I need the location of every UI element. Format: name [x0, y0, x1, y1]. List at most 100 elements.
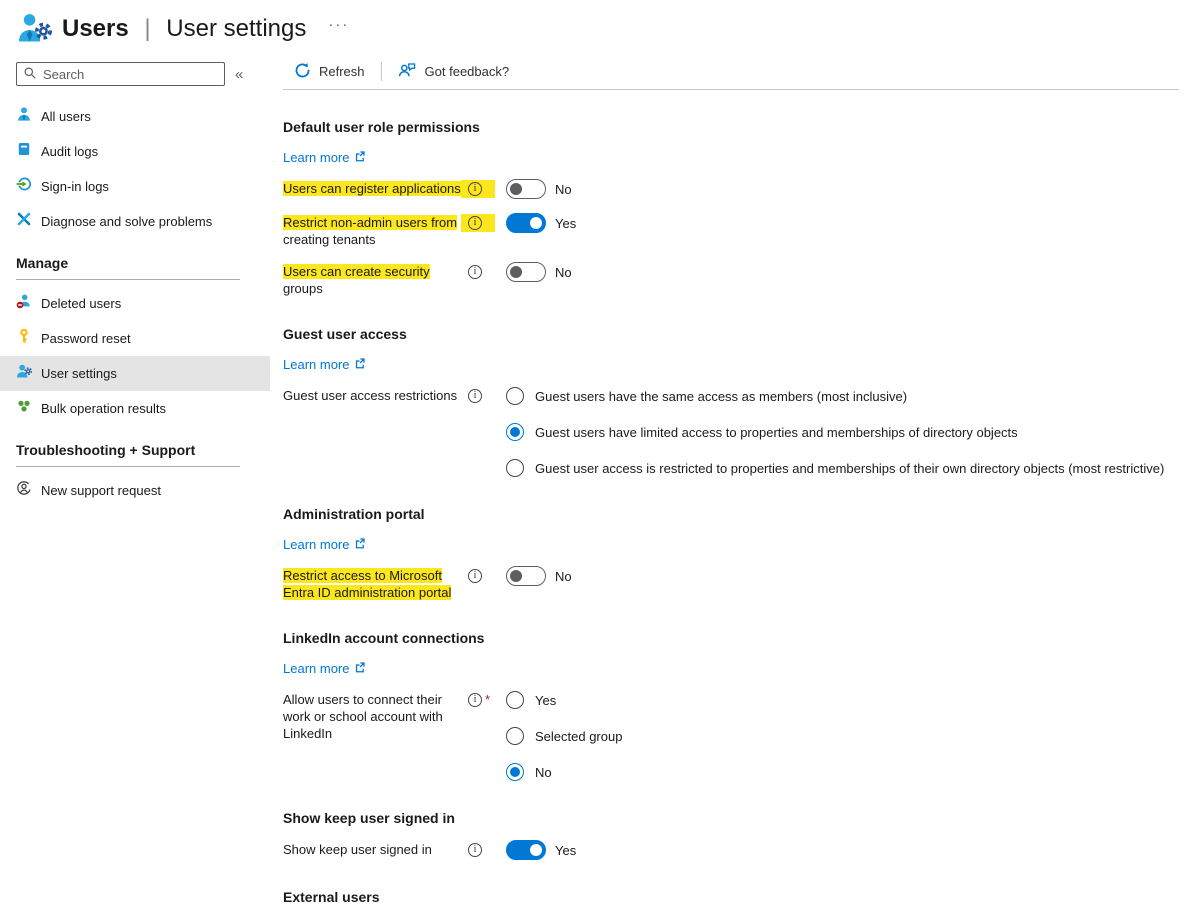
setting-label: Guest user access restrictions [283, 387, 461, 404]
create-security-groups-toggle[interactable] [506, 262, 546, 282]
sidebar-item-sign-in-logs[interactable]: Sign-in logs [0, 169, 270, 204]
learn-more-link-default-permissions[interactable]: Learn more [283, 150, 366, 165]
restrict-tenant-creation-toggle[interactable] [506, 213, 546, 233]
info-icon[interactable]: i [468, 216, 482, 230]
info-icon[interactable]: i [468, 569, 482, 583]
sidebar-item-audit-logs[interactable]: Audit logs [0, 134, 270, 169]
toggle-value: Yes [555, 214, 576, 232]
toggle-value: Yes [555, 841, 576, 859]
external-link-icon [354, 357, 366, 372]
radio-option-yes[interactable]: Yes [506, 691, 622, 709]
learn-more-link-guest-access[interactable]: Learn more [283, 357, 366, 372]
got-feedback-button[interactable]: Got feedback? [387, 59, 521, 85]
toggle-value: No [555, 180, 572, 198]
toggle-value: No [555, 567, 572, 585]
setting-label-line: Users can register applications [283, 181, 461, 196]
info-icon[interactable]: i [468, 389, 482, 403]
diagnose-tools-icon [16, 211, 32, 232]
radio-label: Guest users have the same access as memb… [535, 388, 907, 405]
learn-more-link-linkedin[interactable]: Learn more [283, 661, 366, 676]
sidebar-item-user-settings[interactable]: User settings [0, 356, 270, 391]
section-title-keep-signed-in: Show keep user signed in [283, 810, 1179, 826]
info-icon[interactable]: i [468, 265, 482, 279]
setting-control: No [506, 263, 572, 282]
toolbar-divider [381, 62, 382, 81]
setting-row-keep-signed-in: Show keep user signed in i Yes [283, 841, 1179, 860]
setting-row-linkedin-connections: Allow users to connect their work or sch… [283, 691, 1179, 781]
refresh-label: Refresh [319, 64, 365, 79]
radio-button[interactable] [506, 691, 524, 709]
page-title: Users | User settings [62, 15, 306, 43]
setting-control: No [506, 567, 572, 586]
sidebar-item-label: New support request [41, 482, 161, 500]
radio-button[interactable] [506, 727, 524, 745]
sidebar-item-password-reset[interactable]: Password reset [0, 321, 270, 356]
radio-option-limited-access[interactable]: Guest users have limited access to prope… [506, 423, 1164, 441]
sidebar-item-diagnose[interactable]: Diagnose and solve problems [0, 204, 270, 239]
setting-control: Yes [506, 841, 576, 860]
info-icon[interactable]: i [468, 843, 482, 857]
more-options-button[interactable]: ··· [328, 16, 349, 33]
external-link-icon [354, 150, 366, 165]
radio-option-same-access[interactable]: Guest users have the same access as memb… [506, 387, 1164, 405]
setting-row-create-security-groups: Users can create security groups i No [283, 263, 1179, 297]
all-users-icon [16, 106, 32, 127]
setting-label: Users can register applications [283, 180, 461, 197]
setting-label: Allow users to connect their work or sch… [283, 691, 461, 742]
learn-more-link-admin-portal[interactable]: Learn more [283, 537, 366, 552]
search-input[interactable] [43, 67, 218, 82]
page-header: Users | User settings ··· [0, 0, 1195, 50]
setting-label-line: Entra ID administration portal [283, 585, 451, 600]
learn-more-label: Learn more [283, 150, 349, 165]
feedback-icon [398, 62, 417, 81]
radio-button[interactable] [506, 387, 524, 405]
radio-button[interactable] [506, 763, 524, 781]
section-title-guest-access: Guest user access [283, 326, 1179, 342]
sidebar-item-deleted-users[interactable]: Deleted users [0, 286, 270, 321]
setting-row-guest-access-restrictions: Guest user access restrictions i Guest u… [283, 387, 1179, 477]
toolbar: Refresh Got feedback? [283, 60, 1179, 90]
sidebar-item-all-users[interactable]: All users [0, 99, 270, 134]
section-title-linkedin: LinkedIn account connections [283, 630, 1179, 646]
sidebar-search[interactable] [16, 62, 225, 86]
required-asterisk: * [485, 693, 490, 707]
register-applications-toggle[interactable] [506, 179, 546, 199]
bulk-operation-icon [16, 398, 32, 419]
setting-control: Guest users have the same access as memb… [506, 387, 1164, 477]
radio-button[interactable] [506, 459, 524, 477]
page-title-primary: Users [62, 15, 129, 42]
radio-option-restricted-access[interactable]: Guest user access is restricted to prope… [506, 459, 1164, 477]
info-icon[interactable]: i [468, 693, 482, 707]
sign-in-logs-icon [16, 176, 32, 197]
setting-label-line: Users can create security [283, 264, 430, 279]
setting-label-line: Allow users to connect their [283, 692, 442, 707]
learn-more-label: Learn more [283, 661, 349, 676]
keep-signed-in-toggle[interactable] [506, 840, 546, 860]
info-icon[interactable]: i [468, 182, 482, 196]
sidebar-item-new-support-request[interactable]: New support request [0, 473, 270, 508]
collapse-sidebar-button[interactable]: « [225, 66, 253, 83]
restrict-admin-portal-toggle[interactable] [506, 566, 546, 586]
sidebar-group-manage: Manage [16, 255, 240, 280]
feedback-label: Got feedback? [425, 64, 510, 79]
audit-logs-icon [16, 141, 32, 162]
sidebar-item-label: All users [41, 108, 91, 126]
search-icon [23, 66, 37, 83]
radio-option-selected-group[interactable]: Selected group [506, 727, 622, 745]
radio-label: Guest user access is restricted to prope… [535, 460, 1164, 477]
setting-label-line: Restrict non-admin users from [283, 215, 457, 230]
support-person-icon [16, 480, 32, 501]
sidebar-item-label: Diagnose and solve problems [41, 213, 212, 231]
setting-label-line: LinkedIn [283, 726, 332, 741]
sidebar-item-label: Deleted users [41, 295, 121, 313]
refresh-button[interactable]: Refresh [283, 59, 376, 85]
setting-row-register-applications: Users can register applications i No [283, 180, 1179, 199]
sidebar-group-support: Troubleshooting + Support [16, 442, 240, 467]
radio-option-no[interactable]: No [506, 763, 622, 781]
radio-button[interactable] [506, 423, 524, 441]
setting-label-line: work or school account with [283, 709, 443, 724]
external-link-icon [354, 661, 366, 676]
section-title-default-permissions: Default user role permissions [283, 119, 1179, 135]
sidebar-item-bulk-operation-results[interactable]: Bulk operation results [0, 391, 270, 426]
user-settings-icon [16, 363, 32, 384]
